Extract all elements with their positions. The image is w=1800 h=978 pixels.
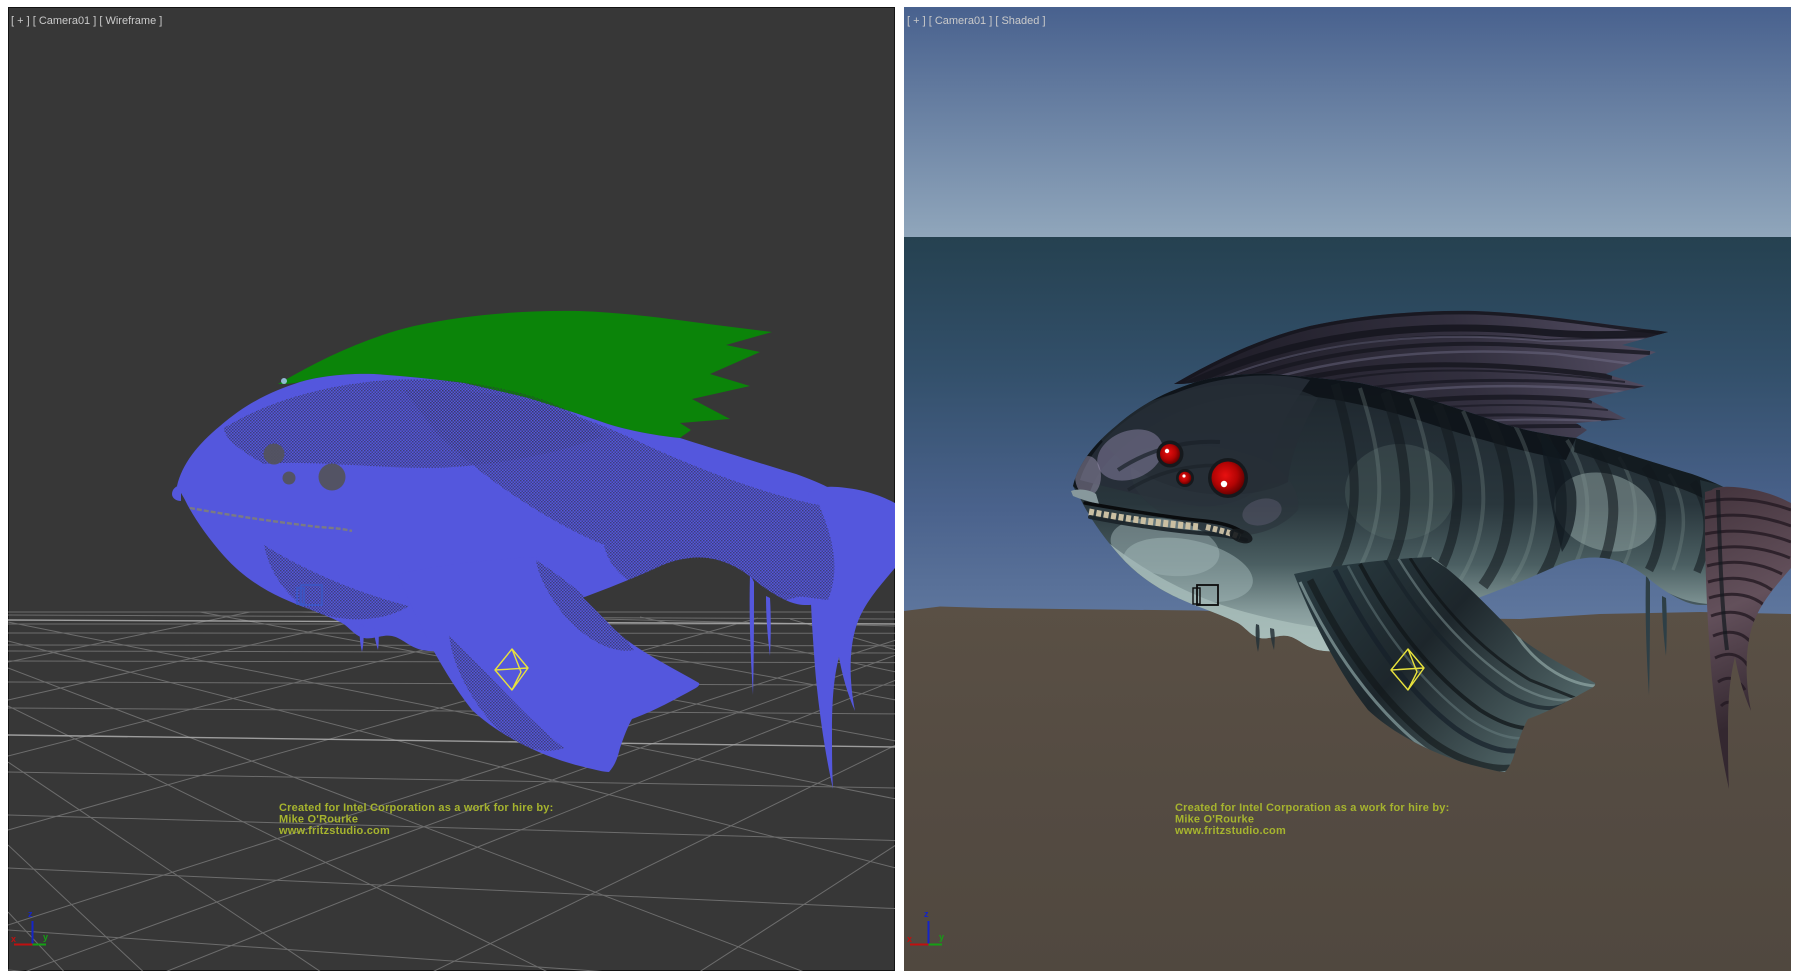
svg-text:Mike O'Rourke: Mike O'Rourke — [1175, 814, 1254, 826]
svg-text:Created for Intel Corporation: Created for Intel Corporation as a work … — [1175, 802, 1449, 814]
svg-text:[ + ] [ Camera01 ] [ Wireframe: [ + ] [ Camera01 ] [ Wireframe ] — [11, 15, 162, 27]
svg-text:www.fritzstudio.com: www.fritzstudio.com — [278, 825, 390, 837]
svg-text:Mike O'Rourke: Mike O'Rourke — [279, 814, 358, 826]
svg-text:z: z — [28, 909, 33, 919]
svg-text:www.fritzstudio.com: www.fritzstudio.com — [1174, 825, 1286, 837]
svg-text:z: z — [924, 909, 929, 919]
svg-text:y: y — [939, 932, 944, 942]
svg-text:Created for Intel Corporation: Created for Intel Corporation as a work … — [279, 802, 553, 814]
svg-text:y: y — [43, 932, 48, 942]
svg-text:x: x — [11, 934, 16, 944]
svg-text:x: x — [907, 934, 912, 944]
svg-text:[ + ] [ Camera01 ] [ Shaded ]: [ + ] [ Camera01 ] [ Shaded ] — [907, 15, 1046, 27]
